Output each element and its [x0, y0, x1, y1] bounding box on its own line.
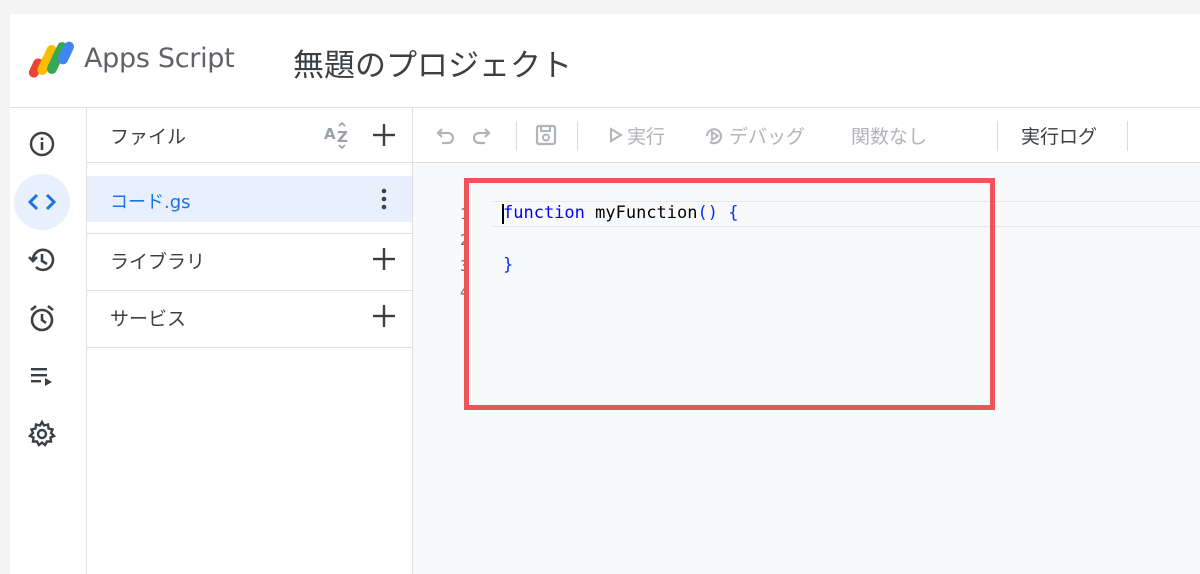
- gear-icon: [27, 419, 57, 447]
- execution-log-label: 実行ログ: [1021, 126, 1098, 148]
- play-icon: [610, 127, 623, 143]
- file-name: コード.gs: [110, 192, 191, 213]
- add-file-icon[interactable]: [371, 122, 397, 148]
- project-title[interactable]: 無題のプロジェクト: [293, 40, 572, 85]
- debug-icon: [706, 128, 722, 145]
- run-button[interactable]: 実行: [609, 108, 687, 162]
- run-label: 実行: [627, 126, 666, 148]
- app-name[interactable]: Apps Script: [84, 43, 235, 74]
- svg-text:Z: Z: [337, 128, 348, 146]
- rail-settings-button[interactable]: [14, 406, 70, 462]
- divider: [87, 347, 412, 348]
- rail-editor-button[interactable]: [14, 174, 70, 230]
- rail-overview-button[interactable]: [14, 116, 70, 172]
- services-label: サービス: [110, 308, 187, 330]
- function-select-value: 関数なし: [851, 126, 928, 148]
- files-label: ファイル: [110, 126, 187, 148]
- add-service-icon[interactable]: [371, 303, 397, 329]
- sort-az-icon[interactable]: A Z: [323, 121, 355, 151]
- toolbar-separator: [1127, 121, 1128, 151]
- rail-triggers-button[interactable]: [14, 290, 70, 346]
- undo-icon[interactable]: [433, 123, 457, 147]
- function-select[interactable]: 関数なし: [851, 108, 961, 162]
- libraries-label: ライブラリ: [110, 251, 206, 273]
- code-icon: [27, 193, 57, 211]
- divider: [87, 290, 412, 291]
- alarm-icon: [30, 304, 54, 332]
- rail-executions-button[interactable]: [14, 348, 70, 404]
- toolbar-separator: [516, 121, 517, 151]
- files-header: ファイル A Z: [87, 108, 412, 163]
- run-list-icon: [31, 368, 52, 386]
- add-library-icon[interactable]: [371, 246, 397, 272]
- apps-script-logo-icon: [28, 41, 74, 78]
- execution-log-button[interactable]: 実行ログ: [1009, 108, 1109, 162]
- editor-toolbar: 実行 デバッグ 関数なし 実行ログ: [413, 108, 1200, 163]
- debug-button[interactable]: デバッグ: [703, 108, 833, 162]
- files-panel: ファイル A Z コード.gs ライブラリ サービス: [87, 108, 413, 574]
- left-nav-rail: [10, 108, 87, 574]
- divider: [87, 233, 412, 234]
- info-icon: [29, 131, 55, 157]
- svg-text:A: A: [324, 125, 336, 143]
- annotation-highlight-box: [464, 178, 995, 410]
- app-header: Apps Script 無題のプロジェクト: [10, 14, 1200, 108]
- history-icon: [28, 248, 55, 272]
- redo-icon[interactable]: [470, 123, 494, 147]
- toolbar-separator: [997, 121, 998, 151]
- toolbar-separator: [577, 121, 578, 151]
- rail-history-button[interactable]: [14, 232, 70, 288]
- debug-label: デバッグ: [729, 126, 806, 148]
- file-item-code-gs[interactable]: コード.gs: [87, 176, 412, 222]
- save-icon[interactable]: [534, 123, 558, 147]
- more-vert-icon[interactable]: [377, 186, 391, 212]
